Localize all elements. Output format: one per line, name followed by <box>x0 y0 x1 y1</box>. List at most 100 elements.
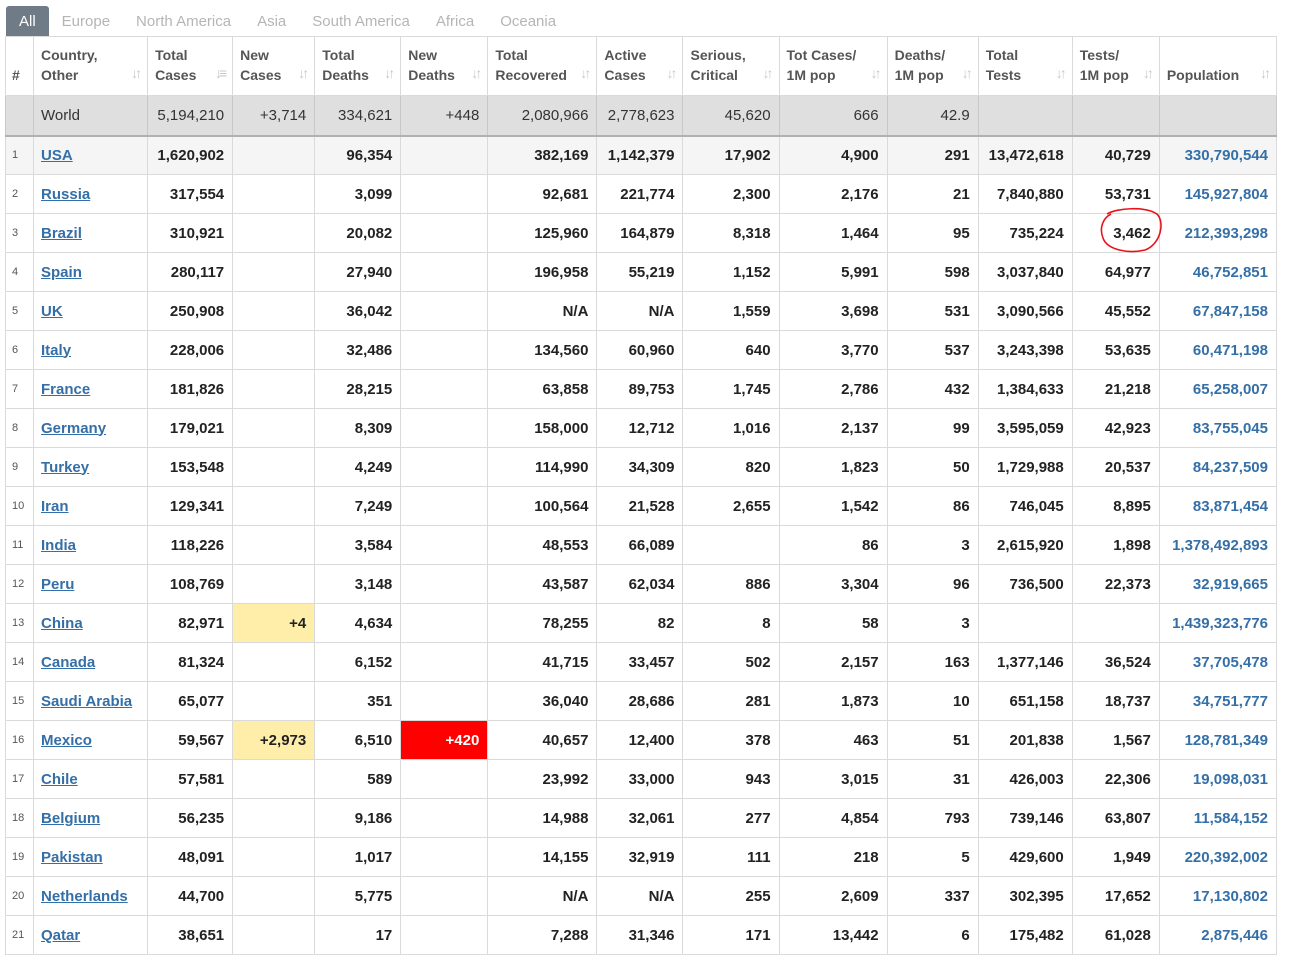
tab-africa[interactable]: Africa <box>423 6 487 37</box>
column-header-5[interactable]: New Deaths ↓↑ <box>400 36 489 96</box>
deaths-per-m-cell: 10 <box>886 681 979 721</box>
country-link[interactable]: Canada <box>41 654 95 671</box>
new-deaths-cell <box>400 837 489 877</box>
header-label-line1: Deaths/ <box>894 47 946 63</box>
tests-per-m-cell: 1,949 <box>1071 837 1160 877</box>
column-header-2[interactable]: Total Cases ↓≡ <box>147 36 234 96</box>
country-cell: Belgium <box>33 798 149 838</box>
new-cases-cell <box>232 213 316 253</box>
sort-arrows-icon[interactable]: ↓↑ <box>580 63 591 83</box>
table-row: 5 UK 250,908 36,042 N/A N/A 1,559 3,698 531 3,090… <box>4 291 1278 331</box>
sort-arrows-icon[interactable]: ↓↑ <box>131 63 142 83</box>
tab-north-america[interactable]: North America <box>123 6 244 37</box>
new-cases-cell <box>232 837 316 877</box>
country-link[interactable]: Chile <box>41 771 78 788</box>
sort-arrows-icon[interactable]: ↓↑ <box>471 63 482 83</box>
total-recovered-cell: 125,960 <box>487 213 598 253</box>
sort-arrows-icon[interactable]: ↓↑ <box>763 63 774 83</box>
total-deaths-cell: 589 <box>314 759 402 799</box>
column-header-10[interactable]: Deaths/1M pop ↓↑ <box>886 36 979 96</box>
country-link[interactable]: France <box>41 381 90 398</box>
country-link[interactable]: USA <box>41 147 73 164</box>
header-label-line2: 1M pop <box>786 67 836 83</box>
deaths-per-m-cell: 793 <box>886 798 979 838</box>
column-header-8[interactable]: Serious, Critical ↓↑ <box>682 36 780 96</box>
sort-arrows-icon[interactable]: ↓↑ <box>384 63 395 83</box>
active-cases-cell: 32,919 <box>596 837 684 877</box>
table-row: 19 Pakistan 48,091 1,017 14,155 32,919 111 218 5… <box>4 837 1278 877</box>
total-deaths-cell: 3,099 <box>314 174 402 214</box>
deaths-per-m-cell: 99 <box>886 408 979 448</box>
new-cases-cell <box>232 252 316 292</box>
column-header-7[interactable]: Active Cases ↓↑ <box>596 36 684 96</box>
new-cases-cell <box>232 447 316 487</box>
country-link[interactable]: Qatar <box>41 927 80 944</box>
deaths-per-m-cell: 21 <box>886 174 979 214</box>
deaths-per-m-cell: 6 <box>886 915 979 955</box>
header-label-line2: Cases <box>240 67 282 83</box>
column-header-12[interactable]: Tests/1M pop ↓↑ <box>1071 36 1160 96</box>
country-link[interactable]: UK <box>41 303 63 320</box>
tests-per-m-cell: 63,807 <box>1071 798 1160 838</box>
new-cases-cell <box>232 369 316 409</box>
header-label-line1: Total <box>322 47 355 63</box>
total-deaths-cell: 4,249 <box>314 447 402 487</box>
new-deaths-cell: +420 <box>400 720 489 760</box>
country-cell: Turkey <box>33 447 149 487</box>
tab-europe[interactable]: Europe <box>49 6 123 37</box>
table-row: 9 Turkey 153,548 4,249 114,990 34,309 820 1,823… <box>4 447 1278 487</box>
sort-arrows-icon[interactable]: ↓↑ <box>298 63 309 83</box>
total-recovered-cell: 41,715 <box>487 642 598 682</box>
new-cases-cell <box>232 759 316 799</box>
country-link[interactable]: Russia <box>41 186 90 203</box>
new-deaths-cell <box>400 486 489 526</box>
total-cases-cell: 5,194,210 <box>147 95 234 136</box>
country-link[interactable]: Spain <box>41 264 82 281</box>
country-link[interactable]: Peru <box>41 576 74 593</box>
column-header-11[interactable]: Total Tests ↓↑ <box>977 36 1073 96</box>
country-link[interactable]: Pakistan <box>41 849 103 866</box>
sort-arrows-icon[interactable]: ↓↑ <box>666 63 677 83</box>
column-header-3[interactable]: New Cases ↓↑ <box>232 36 316 96</box>
country-link[interactable]: China <box>41 615 83 632</box>
column-header-6[interactable]: Total Recovered ↓↑ <box>487 36 598 96</box>
rank-cell: 7 <box>4 369 35 409</box>
sort-arrows-icon[interactable]: ↓↑ <box>871 63 882 83</box>
tab-south-america[interactable]: South America <box>299 6 423 37</box>
active-cases-cell: 60,960 <box>596 330 684 370</box>
cases-per-m-cell: 13,442 <box>778 915 888 955</box>
header-label-line1: # <box>12 67 20 83</box>
country-link[interactable]: Netherlands <box>41 888 128 905</box>
column-header-9[interactable]: Tot Cases/1M pop ↓↑ <box>778 36 888 96</box>
total-recovered-cell: 100,564 <box>487 486 598 526</box>
sort-arrows-icon[interactable]: ↓↑ <box>1056 63 1067 83</box>
tab-all[interactable]: All <box>6 6 49 37</box>
country-link[interactable]: Italy <box>41 342 71 359</box>
sort-arrows-icon[interactable]: ↓↑ <box>1260 63 1271 83</box>
column-header-1[interactable]: Country, Other ↓↑ <box>33 36 149 96</box>
tests-per-m-cell: 1,898 <box>1071 525 1160 565</box>
sort-arrows-icon[interactable]: ↓↑ <box>962 63 973 83</box>
country-link[interactable]: Germany <box>41 420 106 437</box>
country-link[interactable]: Mexico <box>41 732 92 749</box>
column-header-4[interactable]: Total Deaths ↓↑ <box>314 36 402 96</box>
country-link[interactable]: Iran <box>41 498 69 515</box>
country-link[interactable]: Brazil <box>41 225 82 242</box>
tab-asia[interactable]: Asia <box>244 6 299 37</box>
country-link[interactable]: India <box>41 537 76 554</box>
cases-per-m-cell: 58 <box>778 603 888 643</box>
country-link[interactable]: Turkey <box>41 459 89 476</box>
sort-arrows-icon[interactable]: ↓↑ <box>1143 63 1154 83</box>
total-recovered-cell: 14,155 <box>487 837 598 877</box>
total-cases-cell: 59,567 <box>147 720 234 760</box>
deaths-per-m-cell: 598 <box>886 252 979 292</box>
tests-per-m-cell: 45,552 <box>1071 291 1160 331</box>
tab-oceania[interactable]: Oceania <box>487 6 569 37</box>
country-cell: World <box>33 95 149 136</box>
deaths-per-m-cell: 42.9 <box>886 95 979 136</box>
country-link[interactable]: Saudi Arabia <box>41 693 132 710</box>
sort-desc-icon[interactable]: ↓≡ <box>215 63 227 83</box>
country-link[interactable]: Belgium <box>41 810 100 827</box>
column-header-13[interactable]: Population ↓↑ <box>1158 36 1278 96</box>
active-cases-cell: 31,346 <box>596 915 684 955</box>
